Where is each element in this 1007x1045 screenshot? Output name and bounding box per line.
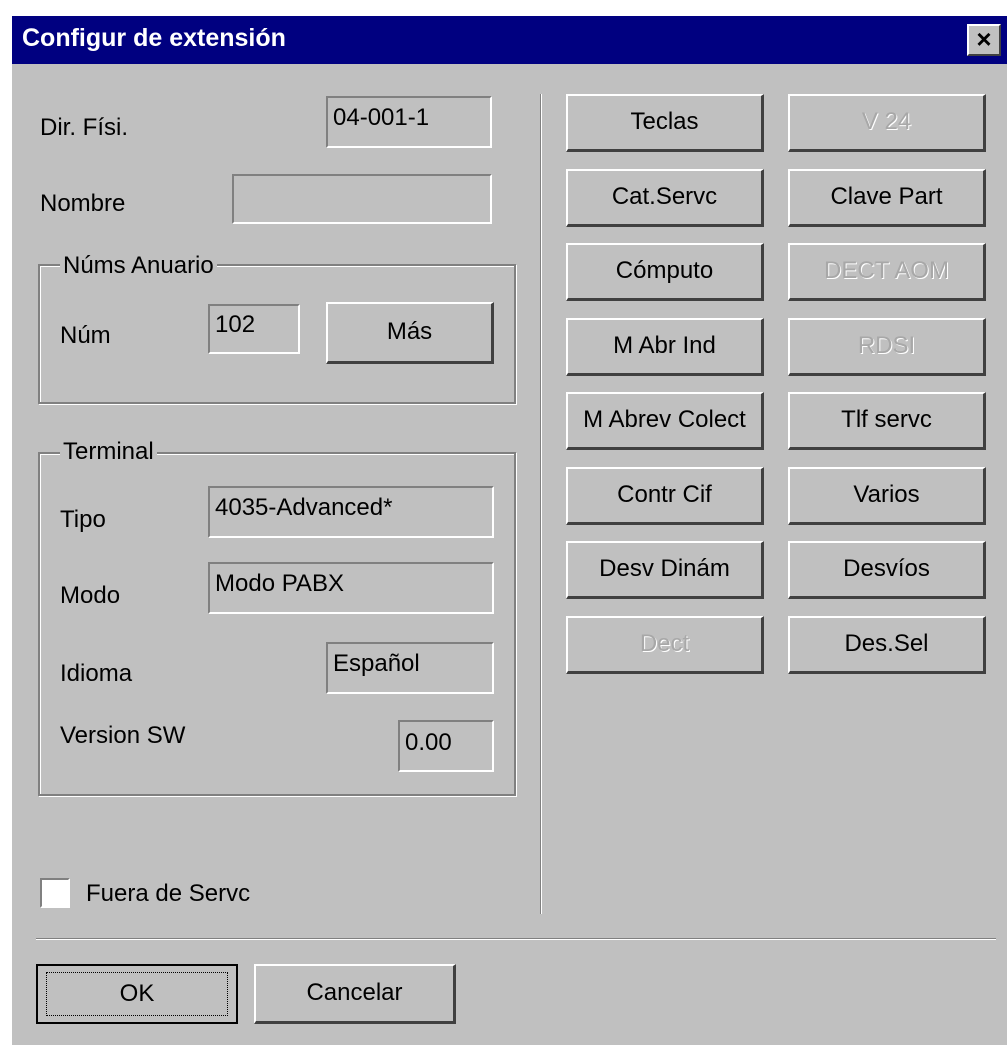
version-sw-label: Version SW: [60, 722, 186, 749]
des-sel-button[interactable]: Des.Sel: [788, 616, 986, 674]
tlf-servc-button[interactable]: Tlf servc: [788, 392, 986, 450]
dect-button: Dect: [566, 616, 764, 674]
tipo-label: Tipo: [60, 506, 106, 533]
desvios-button[interactable]: Desvíos: [788, 541, 986, 599]
computo-button[interactable]: Cómputo: [566, 243, 764, 301]
fuera-servicio-label: Fuera de Servc: [86, 880, 251, 907]
config-extension-dialog: Configur de extensión × Dir. Físi. 04-00…: [12, 16, 1007, 1045]
idioma-label: Idioma: [60, 660, 133, 687]
cat-servc-button[interactable]: Cat.Servc: [566, 169, 764, 227]
rdsi-button: RDSI: [788, 318, 986, 376]
ok-label: OK: [46, 972, 228, 1016]
horizontal-separator: [36, 938, 996, 940]
modo-field[interactable]: Modo PABX: [208, 562, 494, 614]
version-sw-field[interactable]: 0.00: [398, 720, 494, 772]
teclas-button[interactable]: Teclas: [566, 94, 764, 152]
window-title: Configur de extensión: [22, 24, 286, 52]
m-abrev-colect-button[interactable]: M Abrev Colect: [566, 392, 764, 450]
vertical-separator: [540, 94, 542, 914]
fuera-servicio-checkbox[interactable]: [40, 878, 70, 908]
modo-label: Modo: [60, 582, 121, 609]
dir-fisi-field[interactable]: 04-001-1: [326, 96, 492, 148]
contr-cif-button[interactable]: Contr Cif: [566, 467, 764, 525]
dir-fisi-label: Dir. Físi.: [40, 114, 128, 141]
desv-dinam-button[interactable]: Desv Dinám: [566, 541, 764, 599]
clave-part-button[interactable]: Clave Part: [788, 169, 986, 227]
v-24-button: V 24: [788, 94, 986, 152]
varios-button[interactable]: Varios: [788, 467, 986, 525]
close-icon: ×: [976, 24, 992, 54]
close-button[interactable]: ×: [967, 24, 1001, 56]
title-bar: Configur de extensión ×: [12, 16, 1007, 64]
terminal-title: Terminal: [60, 438, 157, 466]
ok-button[interactable]: OK: [36, 964, 238, 1024]
nums-anuario-title: Núms Anuario: [60, 252, 217, 280]
dect-aom-button: DECT AOM: [788, 243, 986, 301]
idioma-field[interactable]: Español: [326, 642, 494, 694]
cancel-button[interactable]: Cancelar: [254, 964, 456, 1024]
num-field[interactable]: 102: [208, 304, 300, 354]
tipo-field[interactable]: 4035-Advanced*: [208, 486, 494, 538]
num-label: Núm: [60, 322, 111, 349]
nombre-label: Nombre: [40, 190, 126, 217]
mas-button[interactable]: Más: [326, 302, 494, 364]
nombre-field[interactable]: [232, 174, 492, 224]
m-abr-ind-button[interactable]: M Abr Ind: [566, 318, 764, 376]
